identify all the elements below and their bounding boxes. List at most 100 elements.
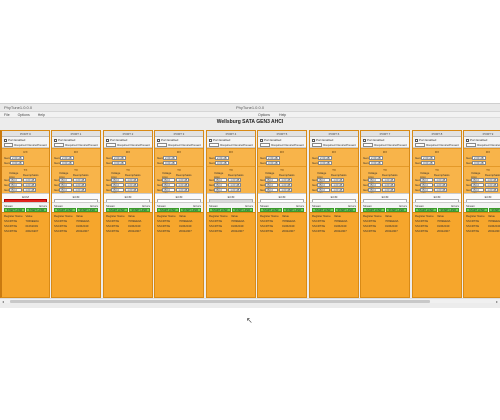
register-value[interactable]: 01062049 — [282, 224, 304, 228]
tx-gen1-amp-select[interactable]: ±50.0 mV — [471, 177, 484, 185]
tx-gen3-amp-select[interactable]: ±50.0 mV — [9, 187, 22, 195]
tx-gen2-de-select[interactable]: -1.00 dB — [331, 182, 344, 187]
register-value[interactable]: 01062049 — [128, 224, 150, 228]
port-enabled-checkbox[interactable] — [415, 138, 418, 142]
register-value[interactable]: 01062049 — [334, 224, 356, 228]
menu-file[interactable]: File — [4, 113, 10, 117]
register-value[interactable]: 01062049 — [76, 224, 98, 228]
port-enabled-checkbox[interactable] — [54, 138, 57, 142]
register-value[interactable]: 01062049 — [26, 224, 48, 228]
required-select[interactable] — [4, 143, 14, 147]
tx-gen3-amp-select[interactable]: ±50.0 mV — [59, 187, 72, 195]
rx-gen1-select[interactable]: 2.00 dB — [266, 155, 280, 160]
tx-gen2-amp-select[interactable]: ±50.0 mV — [420, 182, 433, 190]
tx-gen2-de-select[interactable]: -1.00 dB — [382, 182, 395, 187]
rx-gen1-select[interactable]: 2.00 dB — [421, 155, 435, 160]
register-value[interactable]: 7069EE0A — [334, 219, 356, 223]
port-enabled-checkbox[interactable] — [106, 138, 109, 142]
register-value[interactable]: 2002A907 — [76, 229, 98, 233]
tx-gen1-de-select[interactable]: -1.00 dB — [125, 177, 138, 182]
tx-gen1-amp-select[interactable]: ±50.0 mV — [9, 177, 22, 185]
required-select[interactable] — [157, 143, 168, 147]
register-value[interactable]: 7069EE0A — [179, 219, 201, 223]
tx-gen1-de-select[interactable]: -1.00 dB — [434, 177, 447, 182]
rx-gen2-select[interactable]: 3.00 dB — [472, 160, 486, 165]
register-value[interactable]: 2002A907 — [282, 229, 304, 233]
register-value[interactable]: 7069EE0A — [385, 219, 407, 223]
tx-gen2-de-select[interactable]: -1.00 dB — [279, 182, 292, 187]
port-enabled-checkbox[interactable] — [209, 138, 212, 142]
tx-gen1-amp-select[interactable]: ±50.0 mV — [214, 177, 227, 185]
register-value[interactable]: 7069EE0A — [26, 219, 48, 223]
tx-gen1-de-select[interactable]: -1.00 dB — [73, 177, 86, 182]
tx-gen2-de-select[interactable]: -1.00 dB — [23, 182, 36, 187]
rx-gen2-select[interactable]: 3.00 dB — [112, 160, 126, 165]
rx-gen1-select[interactable]: 2.00 dB — [163, 155, 177, 160]
port-enabled-checkbox[interactable] — [260, 138, 263, 142]
rx-gen2-select[interactable]: 3.00 dB — [421, 160, 435, 165]
tx-gen3-amp-select[interactable]: ±50.0 mV — [162, 187, 175, 195]
tx-gen2-amp-select[interactable]: ±50.0 mV — [368, 182, 381, 190]
tx-gen1-amp-select[interactable]: ±50.0 mV — [265, 177, 278, 185]
scroll-right-icon[interactable]: ▸ — [496, 299, 498, 304]
register-value[interactable]: 7069EE0A — [282, 219, 304, 223]
tx-gen2-de-select[interactable]: -1.00 dB — [228, 182, 241, 187]
register-value[interactable]: 2002A907 — [179, 229, 201, 233]
tx-gen3-amp-select[interactable]: ±50.0 mV — [111, 187, 124, 195]
tx-gen3-de-select[interactable]: -1.00 dB — [331, 187, 344, 192]
tx-gen1-amp-select[interactable]: ±50.0 mV — [368, 177, 381, 185]
register-value[interactable]: 2002A907 — [488, 229, 500, 233]
rx-gen1-select[interactable]: 2.00 dB — [10, 155, 24, 160]
tx-gen1-amp-select[interactable]: ±50.0 mV — [111, 177, 124, 185]
register-value[interactable]: 7069EE0A — [128, 219, 150, 223]
rx-gen1-select[interactable]: 2.00 dB — [472, 155, 486, 160]
register-value[interactable]: 2002A907 — [385, 229, 407, 233]
tx-gen2-amp-select[interactable]: ±50.0 mV — [317, 182, 330, 190]
required-select[interactable] — [54, 143, 65, 147]
rx-gen2-select[interactable]: 3.00 dB — [163, 160, 177, 165]
tx-gen2-de-select[interactable]: -1.00 dB — [125, 182, 138, 187]
tx-gen1-amp-select[interactable]: ±50.0 mV — [420, 177, 433, 185]
tx-gen1-de-select[interactable]: -1.00 dB — [331, 177, 344, 182]
rx-gen2-select[interactable]: 3.00 dB — [369, 160, 383, 165]
rx-gen2-select[interactable]: 3.00 dB — [318, 160, 332, 165]
tx-gen2-amp-select[interactable]: ±50.0 mV — [162, 182, 175, 190]
tx-gen1-de-select[interactable]: -1.00 dB — [23, 177, 36, 182]
tx-gen3-de-select[interactable]: -1.00 dB — [125, 187, 138, 192]
register-value[interactable]: 01062049 — [179, 224, 201, 228]
tx-gen3-amp-select[interactable]: ±50.0 mV — [471, 187, 484, 195]
tx-gen1-amp-select[interactable]: ±50.0 mV — [59, 177, 72, 185]
required-select[interactable] — [106, 143, 117, 147]
tx-gen2-amp-select[interactable]: ±50.0 mV — [111, 182, 124, 190]
rx-gen2-select[interactable]: 3.00 dB — [215, 160, 229, 165]
tx-gen1-amp-select[interactable]: ±50.0 mV — [317, 177, 330, 185]
register-value[interactable]: 7069EE0A — [488, 219, 500, 223]
register-value[interactable]: 01062049 — [437, 224, 459, 228]
tx-gen2-amp-select[interactable]: ±50.0 mV — [214, 182, 227, 190]
tx-gen3-de-select[interactable]: -1.00 dB — [228, 187, 241, 192]
register-value[interactable]: 7069EE0A — [76, 219, 98, 223]
tx-gen3-de-select[interactable]: -1.00 dB — [176, 187, 189, 192]
tx-gen2-de-select[interactable]: -1.00 dB — [176, 182, 189, 187]
tx-gen3-amp-select[interactable]: ±50.0 mV — [420, 187, 433, 195]
tx-gen3-de-select[interactable]: -1.00 dB — [23, 187, 36, 192]
rx-gen2-select[interactable]: 3.00 dB — [60, 160, 74, 165]
register-value[interactable]: 01062049 — [488, 224, 500, 228]
tx-gen1-amp-select[interactable]: ±50.0 mV — [162, 177, 175, 185]
menu-right-options[interactable]: Options — [258, 113, 270, 117]
tx-gen1-de-select[interactable]: -1.00 dB — [382, 177, 395, 182]
register-value[interactable]: 2002A907 — [334, 229, 356, 233]
rx-gen1-select[interactable]: 2.00 dB — [318, 155, 332, 160]
required-select[interactable] — [312, 143, 323, 147]
tx-gen3-de-select[interactable]: -1.00 dB — [73, 187, 86, 192]
tx-gen2-de-select[interactable]: -1.00 dB — [434, 182, 447, 187]
tx-gen3-de-select[interactable]: -1.00 dB — [485, 187, 498, 192]
tx-gen3-de-select[interactable]: -1.00 dB — [434, 187, 447, 192]
required-select[interactable] — [260, 143, 271, 147]
register-value[interactable]: 2002A907 — [437, 229, 459, 233]
port-enabled-checkbox[interactable] — [4, 138, 7, 142]
register-value[interactable]: 01062049 — [385, 224, 407, 228]
tx-gen3-amp-select[interactable]: ±50.0 mV — [265, 187, 278, 195]
register-value[interactable]: 2002A907 — [26, 229, 48, 233]
tx-gen1-de-select[interactable]: -1.00 dB — [279, 177, 292, 182]
